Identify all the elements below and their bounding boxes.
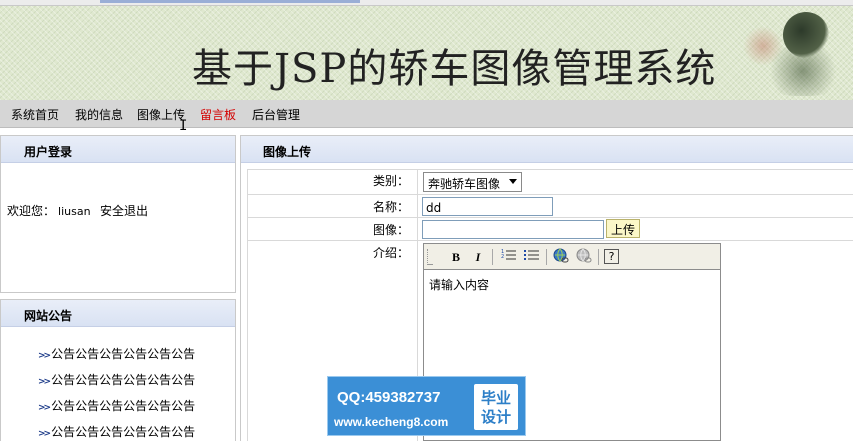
watermark-overlay: QQ:459382737 www.kecheng8.com 毕业 设计 [327, 376, 526, 436]
nav-item-message-board[interactable]: 留言板 [200, 106, 236, 123]
text-cursor-icon: I [179, 118, 188, 134]
bold-button[interactable]: B [447, 248, 465, 266]
login-panel-header: 用户登录 [1, 136, 235, 163]
intro-label: 介绍： [372, 246, 409, 260]
notice-panel-header: 网站公告 [1, 300, 235, 327]
notice-item[interactable]: >> 公告公告公告公告公告公告 [38, 423, 195, 440]
login-panel-title: 用户登录 [24, 145, 73, 159]
notice-panel-title: 网站公告 [24, 309, 73, 323]
double-arrow-icon: >> [38, 403, 51, 413]
help-icon[interactable]: ? [604, 249, 619, 264]
form-divider [247, 194, 853, 195]
welcome-label: 欢迎您： [7, 204, 56, 218]
main-nav: 系统首页 我的信息 图像上传 留言板 后台管理 [0, 100, 853, 128]
browser-top-edge [0, 0, 853, 6]
toolbar-separator [492, 249, 493, 265]
double-arrow-icon: >> [38, 429, 51, 439]
form-border-left [247, 169, 248, 441]
image-label: 图像： [372, 223, 409, 237]
form-divider [247, 240, 853, 241]
form-divider [247, 169, 853, 170]
form-divider [247, 217, 853, 218]
double-arrow-icon: >> [38, 351, 51, 361]
ordered-list-icon[interactable]: 12 [500, 248, 518, 266]
dropdown-arrow-icon [509, 179, 517, 184]
remove-link-icon[interactable] [575, 248, 593, 266]
upload-panel-header: 图像上传 [241, 136, 853, 163]
upload-panel-title: 图像上传 [263, 145, 312, 159]
header-banner: 基于JSP的轿车图像管理系统 [0, 0, 853, 100]
site-title: 基于JSP的轿车图像管理系统 [192, 46, 717, 92]
watermark-qq: QQ:459382737 [337, 389, 441, 406]
notice-item[interactable]: >> 公告公告公告公告公告公告 [38, 371, 195, 388]
editor-content[interactable]: 请输入内容 [429, 276, 489, 293]
watermark-badge-line2: 设计 [480, 408, 511, 426]
category-value: 奔驰轿车图像 [428, 177, 501, 191]
notice-item[interactable]: >> 公告公告公告公告公告公告 [38, 345, 195, 362]
double-arrow-icon: >> [38, 377, 51, 387]
toolbar-grip-icon [427, 249, 433, 265]
watermark-badge: 毕业 设计 [474, 384, 518, 430]
upload-button[interactable]: 上传 [606, 219, 640, 238]
category-label: 类别： [372, 174, 409, 188]
nav-item-image-upload[interactable]: 图像上传 [137, 106, 185, 123]
image-path-input[interactable] [422, 220, 604, 239]
nav-item-home[interactable]: 系统首页 [11, 106, 59, 123]
nav-item-admin[interactable]: 后台管理 [252, 106, 300, 123]
category-select[interactable]: 奔驰轿车图像 [423, 172, 522, 192]
username: liusan [58, 205, 91, 218]
toolbar-separator [546, 249, 547, 265]
notice-panel: 网站公告 [0, 299, 236, 441]
logout-link[interactable]: 安全退出 [100, 202, 148, 219]
notice-item[interactable]: >> 公告公告公告公告公告公告 [38, 397, 195, 414]
name-label: 名称： [372, 200, 409, 214]
insert-link-icon[interactable] [552, 248, 570, 266]
unordered-list-icon[interactable] [523, 248, 541, 266]
editor-toolbar: B I 12 ? [424, 244, 720, 270]
watermark-badge-line1: 毕业 [480, 389, 511, 407]
toolbar-separator [598, 249, 599, 265]
watermark-url: www.kecheng8.com [334, 415, 449, 429]
italic-button[interactable]: I [469, 248, 487, 266]
welcome-text: 欢迎您： liusan [7, 202, 91, 219]
name-input[interactable] [422, 197, 553, 216]
svg-text:2: 2 [501, 254, 504, 260]
nav-item-my-info[interactable]: 我的信息 [75, 106, 123, 123]
banner-decoration-image [743, 6, 853, 100]
